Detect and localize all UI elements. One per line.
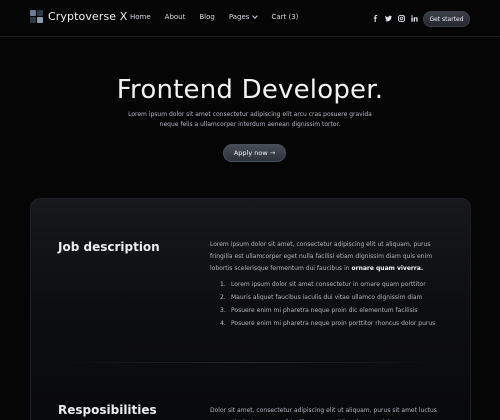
list-number: 3. bbox=[220, 307, 226, 314]
cube-logo-icon bbox=[30, 10, 43, 23]
nav-pages-label: Pages bbox=[228, 13, 250, 21]
get-started-button[interactable]: Get started bbox=[423, 11, 470, 27]
list-text: Posuere enim mi pharetra neque proin por… bbox=[231, 320, 436, 327]
chevron-down-icon bbox=[252, 13, 259, 19]
nav-about[interactable]: About bbox=[165, 13, 186, 21]
list-text: Mauris aliquet faucibus iaculis dui vita… bbox=[231, 294, 423, 301]
main-nav: Home About Blog Pages Cart (3) bbox=[130, 13, 312, 21]
list-text: Posuere enim mi pharetra neque proin dic… bbox=[231, 307, 418, 314]
list-text: Lorem ipsum dolor sit amet consectetur i… bbox=[231, 281, 426, 288]
list-number: 2. bbox=[220, 294, 226, 301]
list-item: 3. Posuere enim mi pharetra neque proin d… bbox=[220, 305, 460, 318]
job-requirements-list: 1. Lorem ipsum dolor sit amet consectetur… bbox=[220, 279, 460, 331]
linkedin-icon[interactable] bbox=[409, 13, 420, 23]
facebook-icon[interactable] bbox=[370, 13, 381, 23]
nav-pages[interactable]: Pages bbox=[228, 13, 259, 21]
responsibilities-heading: Resposibilities bbox=[58, 403, 157, 417]
twitter-icon[interactable] bbox=[383, 13, 394, 23]
brand-name: Cryptoverse X bbox=[48, 10, 128, 23]
job-description-text: Lorem ipsum dolor sit amet, consectetur … bbox=[210, 239, 445, 275]
list-number: 1. bbox=[220, 281, 226, 288]
brand-logo[interactable]: Cryptoverse X bbox=[30, 10, 127, 23]
list-item: 1. Lorem ipsum dolor sit amet consectetur… bbox=[220, 279, 460, 292]
section-divider bbox=[60, 362, 440, 363]
job-description-heading: Job description bbox=[58, 240, 160, 254]
social-links bbox=[370, 13, 422, 23]
hero-subtitle: Lorem ipsum dolor sit amet consectetur a… bbox=[128, 111, 372, 128]
instagram-icon[interactable] bbox=[396, 13, 407, 23]
job-description-bold: ornare quam viverra. bbox=[351, 265, 424, 272]
list-number: 4. bbox=[220, 320, 226, 327]
responsibilities-text: Dolor sit amet, consectetur adipiscing e… bbox=[210, 407, 437, 420]
list-item: 2. Mauris aliquet faucibus iaculis dui vi… bbox=[220, 292, 460, 305]
nav-home[interactable]: Home bbox=[130, 13, 151, 21]
nav-blog[interactable]: Blog bbox=[199, 13, 214, 21]
page-title: Frontend Developer. bbox=[116, 75, 384, 105]
list-item: 4. Posuere enim mi pharetra neque proin p… bbox=[220, 318, 460, 331]
nav-cart[interactable]: Cart (3) bbox=[271, 13, 298, 21]
site-header: Cryptoverse X Home About Blog Pages Cart… bbox=[0, 0, 500, 37]
apply-now-button[interactable]: Apply now → bbox=[223, 144, 286, 162]
